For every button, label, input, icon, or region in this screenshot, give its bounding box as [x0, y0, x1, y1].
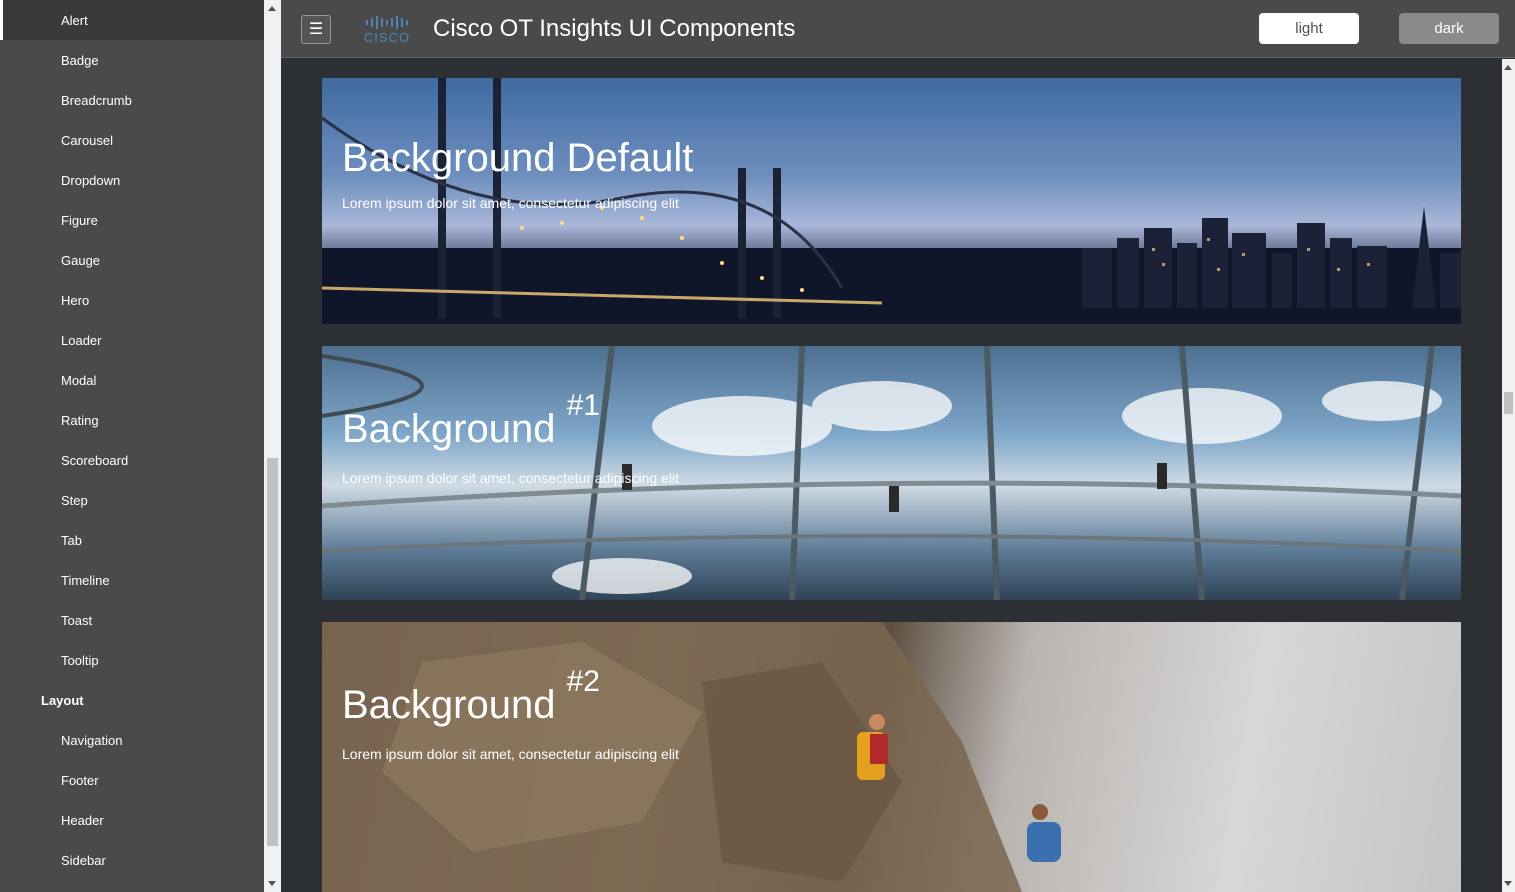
scroll-down-arrow-icon[interactable]	[1504, 881, 1512, 886]
sidebar-item-label: Badge	[61, 52, 99, 68]
sidebar-item-timeline[interactable]: Timeline	[0, 560, 264, 600]
dark-theme-button[interactable]: dark	[1399, 13, 1499, 44]
sidebar-item-tooltip[interactable]: Tooltip	[0, 640, 264, 680]
hamburger-menu-icon: ☰	[308, 20, 324, 38]
sidebar-item-header[interactable]: Header	[0, 800, 264, 840]
sidebar-item-label: Carousel	[61, 132, 114, 148]
scroll-down-arrow-icon[interactable]	[268, 881, 276, 886]
sidebar-item-label: Step	[61, 492, 88, 508]
hero-subtitle: Lorem ipsum dolor sit amet, consectetur …	[342, 746, 679, 762]
sidebar-item-label: Timeline	[61, 572, 110, 588]
sidebar-scrollbar[interactable]	[264, 0, 281, 892]
sidebar-item-modal[interactable]: Modal	[0, 360, 264, 400]
hero-background-default: Background Default Lorem ipsum dolor sit…	[322, 78, 1461, 324]
sidebar-item-label: Toast	[61, 612, 93, 628]
sidebar-item-figure[interactable]: Figure	[0, 200, 264, 240]
main-scrollbar-thumb[interactable]	[1504, 392, 1513, 414]
sidebar-item-breadcrumb[interactable]: Breadcrumb	[0, 80, 264, 120]
sidebar-item-label: Sidebar	[61, 852, 106, 868]
light-theme-button[interactable]: light	[1259, 13, 1359, 44]
cisco-logo-text: CISCO	[363, 30, 411, 45]
hero-title: Background #1	[342, 389, 600, 452]
sidebar-item-toast[interactable]: Toast	[0, 600, 264, 640]
sidebar-item-label: Navigation	[61, 732, 123, 748]
sidebar-item-alert[interactable]: Alert	[0, 0, 264, 40]
cisco-logo-bars-icon	[360, 14, 414, 30]
app-header: ☰ CISCO Cisco OT Insights UI Components …	[281, 0, 1515, 58]
hero-subtitle: Lorem ipsum dolor sit amet, consectetur …	[342, 470, 679, 486]
sidebar-item-navigation[interactable]: Navigation	[0, 720, 264, 760]
hero-title-superscript: #2	[566, 665, 600, 698]
hero-background-1: Background #1 Lorem ipsum dolor sit amet…	[322, 346, 1461, 600]
main-content: Background Default Lorem ipsum dolor sit…	[281, 59, 1502, 892]
sidebar-item-label: Breadcrumb	[61, 92, 132, 108]
sidebar-item-rating[interactable]: Rating	[0, 400, 264, 440]
sidebar-section-label: Layout	[41, 692, 84, 708]
sidebar-item-label: Header	[61, 812, 104, 828]
sidebar-item-loader[interactable]: Loader	[0, 320, 264, 360]
sidebar-item-hero[interactable]: Hero	[0, 280, 264, 320]
sidebar-item-label: Footer	[61, 772, 99, 788]
sidebar-item-gauge[interactable]: Gauge	[0, 240, 264, 280]
hero-subtitle: Lorem ipsum dolor sit amet, consectetur …	[342, 195, 679, 211]
sidebar-item-tab[interactable]: Tab	[0, 520, 264, 560]
sidebar-item-scoreboard[interactable]: Scoreboard	[0, 440, 264, 480]
hero-title: Background Default	[342, 136, 694, 180]
sidebar-item-label: Tab	[61, 532, 82, 548]
menu-toggle-button[interactable]: ☰	[301, 15, 331, 44]
scroll-up-arrow-icon[interactable]	[1504, 65, 1512, 70]
sidebar-item-label: Figure	[61, 212, 98, 228]
sidebar-item-label: Tooltip	[61, 652, 99, 668]
sidebar-item-dropdown[interactable]: Dropdown	[0, 160, 264, 200]
sidebar-item-carousel[interactable]: Carousel	[0, 120, 264, 160]
sidebar-item-label: Alert	[61, 12, 88, 28]
sidebar-item-step[interactable]: Step	[0, 480, 264, 520]
cisco-logo: CISCO	[360, 14, 414, 46]
hero-title-superscript: #1	[566, 389, 600, 422]
hero-title: Background #2	[342, 665, 600, 728]
scroll-up-arrow-icon[interactable]	[268, 6, 276, 11]
sidebar-item-label: Dropdown	[61, 172, 121, 188]
sidebar: Alert Badge Breadcrumb Carousel Dropdown…	[0, 0, 264, 892]
hero-background-2: Background #2 Lorem ipsum dolor sit amet…	[322, 622, 1461, 892]
sidebar-item-badge[interactable]: Badge	[0, 40, 264, 80]
sidebar-item-label: Scoreboard	[61, 452, 129, 468]
sidebar-section-layout[interactable]: Layout	[0, 680, 264, 720]
sidebar-item-label: Loader	[61, 332, 102, 348]
sidebar-item-footer[interactable]: Footer	[0, 760, 264, 800]
sidebar-item-sidebar[interactable]: Sidebar	[0, 840, 264, 880]
sidebar-item-label: Gauge	[61, 252, 101, 268]
sidebar-scrollbar-thumb[interactable]	[267, 458, 278, 846]
main-scrollbar[interactable]	[1502, 59, 1515, 892]
sidebar-item-label: Modal	[61, 372, 97, 388]
sidebar-item-label: Rating	[61, 412, 99, 428]
sidebar-item-label: Hero	[61, 292, 90, 308]
app-title: Cisco OT Insights UI Components	[433, 15, 796, 42]
